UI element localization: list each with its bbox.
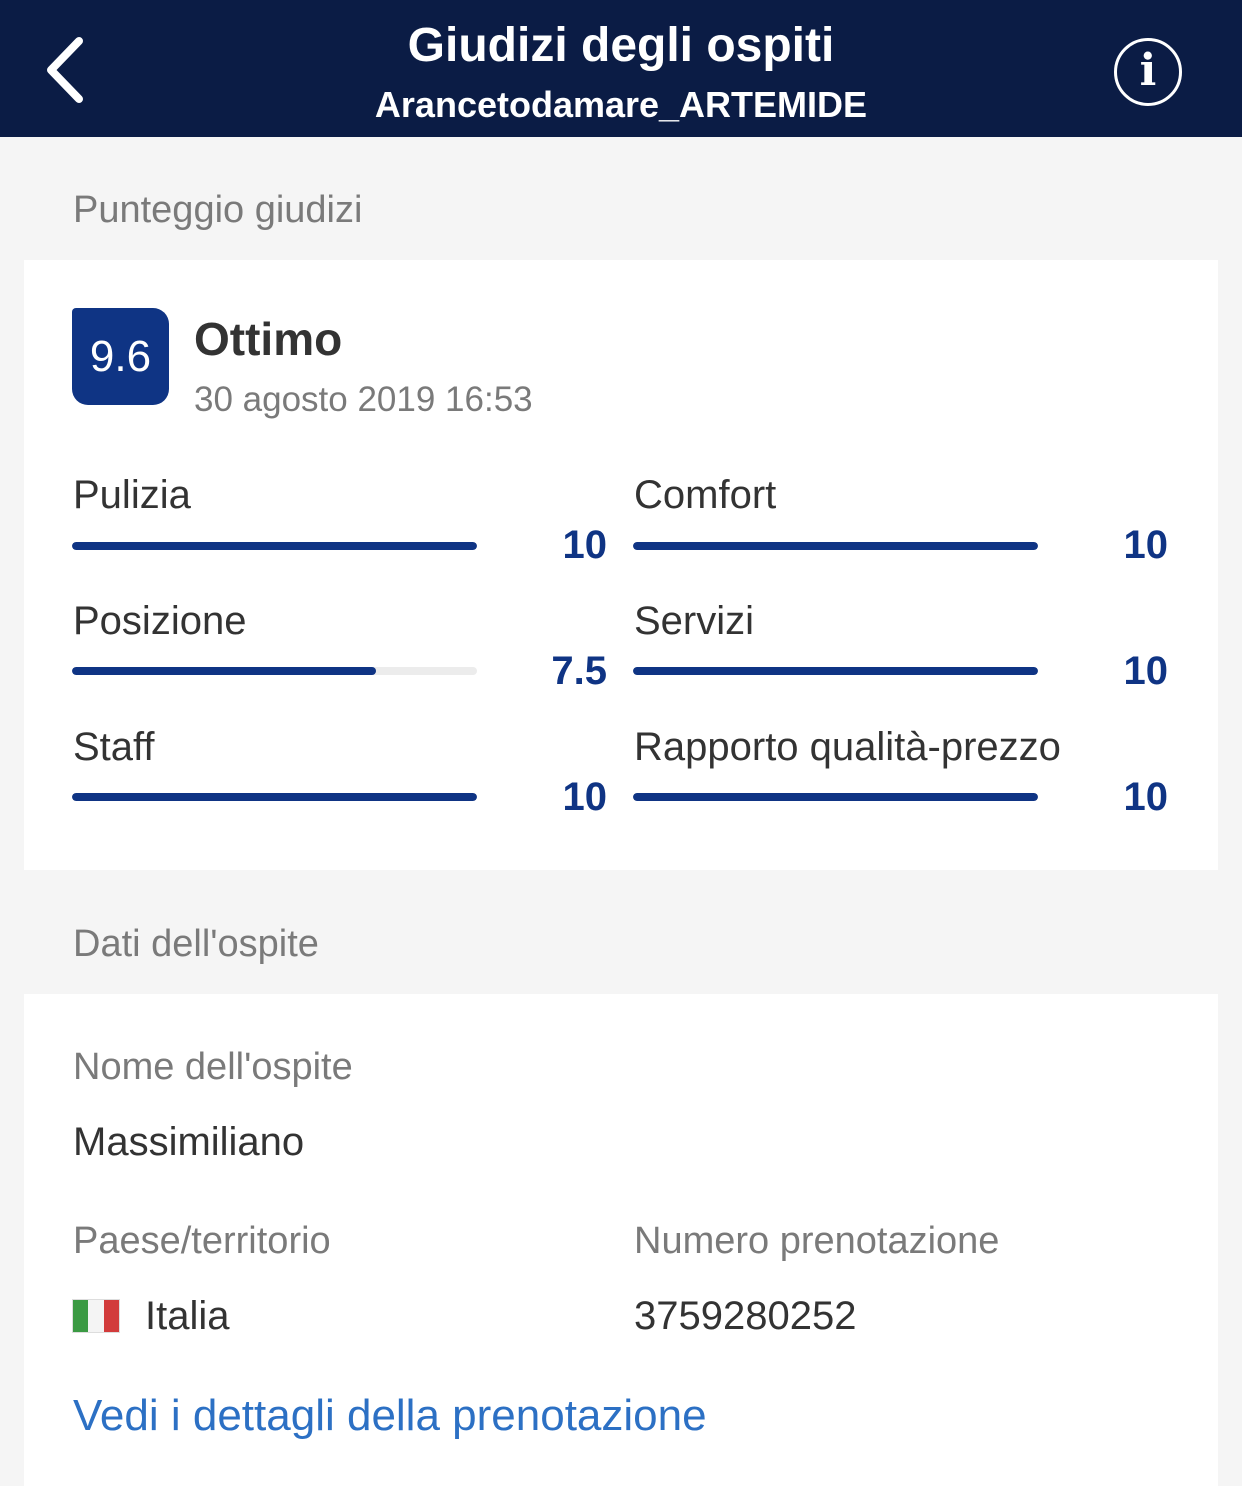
navigation-bar: Giudizi degli ospiti Arancetodamare_ARTE… (0, 0, 1242, 137)
category-value-pulizia: 10 (562, 523, 608, 567)
category-label-rapporto-qualita-prezzo: Rapporto qualità-prezzo (634, 725, 1061, 769)
property-name: Arancetodamare_ARTEMIDE (374, 84, 868, 125)
category-label-posizione: Posizione (73, 599, 247, 643)
page-title: Giudizi degli ospiti (407, 19, 835, 72)
score-bar-fill-staff (72, 793, 477, 801)
score-bar-fill-pulizia (72, 542, 477, 550)
category-label-servizi: Servizi (634, 599, 755, 643)
category-label-comfort: Comfort (634, 473, 777, 517)
country-label: Paese/territorio (73, 1220, 331, 1262)
country-value: Italia (145, 1294, 230, 1338)
score-bar-rapporto-qualita-prezzo (633, 793, 1038, 801)
score-bar-fill-comfort (633, 542, 1038, 550)
score-bar-posizione (72, 667, 477, 675)
category-label-staff: Staff (73, 725, 155, 769)
score-bar-servizi (633, 667, 1038, 675)
category-label-pulizia: Pulizia (73, 473, 191, 517)
italy-flag-icon (72, 1299, 120, 1333)
guest-name-label: Nome dell'ospite (73, 1046, 353, 1088)
score-bar-fill-rapporto-qualita-prezzo (633, 793, 1038, 801)
overall-score-word: Ottimo (194, 313, 343, 365)
guest-section-title: Dati dell'ospite (73, 923, 319, 965)
ratings-section-title: Punteggio giudizi (73, 189, 363, 231)
score-bar-pulizia (72, 542, 477, 550)
guest-name-value: Massimiliano (73, 1120, 305, 1164)
score-bar-fill-servizi (633, 667, 1038, 675)
category-value-servizi: 10 (1123, 649, 1169, 693)
category-value-staff: 10 (562, 775, 608, 819)
info-icon[interactable]: i (1114, 38, 1182, 106)
score-bar-fill-posizione (72, 667, 376, 675)
category-value-comfort: 10 (1123, 523, 1169, 567)
category-value-rapporto-qualita-prezzo: 10 (1123, 775, 1169, 819)
overall-score-badge: 9.6 (72, 308, 169, 405)
score-bar-staff (72, 793, 477, 801)
ratings-card: 9.6 Ottimo 30 agosto 2019 16:53 Pulizia … (24, 260, 1218, 870)
view-booking-details-link[interactable]: Vedi i dettagli della prenotazione (73, 1390, 707, 1442)
booking-number-label: Numero prenotazione (634, 1220, 1000, 1262)
category-value-posizione: 7.5 (551, 649, 607, 693)
review-date: 30 agosto 2019 16:53 (194, 380, 533, 419)
booking-number-value: 3759280252 (634, 1294, 857, 1338)
score-bar-comfort (633, 542, 1038, 550)
guest-card: Nome dell'ospite Massimiliano Paese/terr… (24, 994, 1218, 1486)
